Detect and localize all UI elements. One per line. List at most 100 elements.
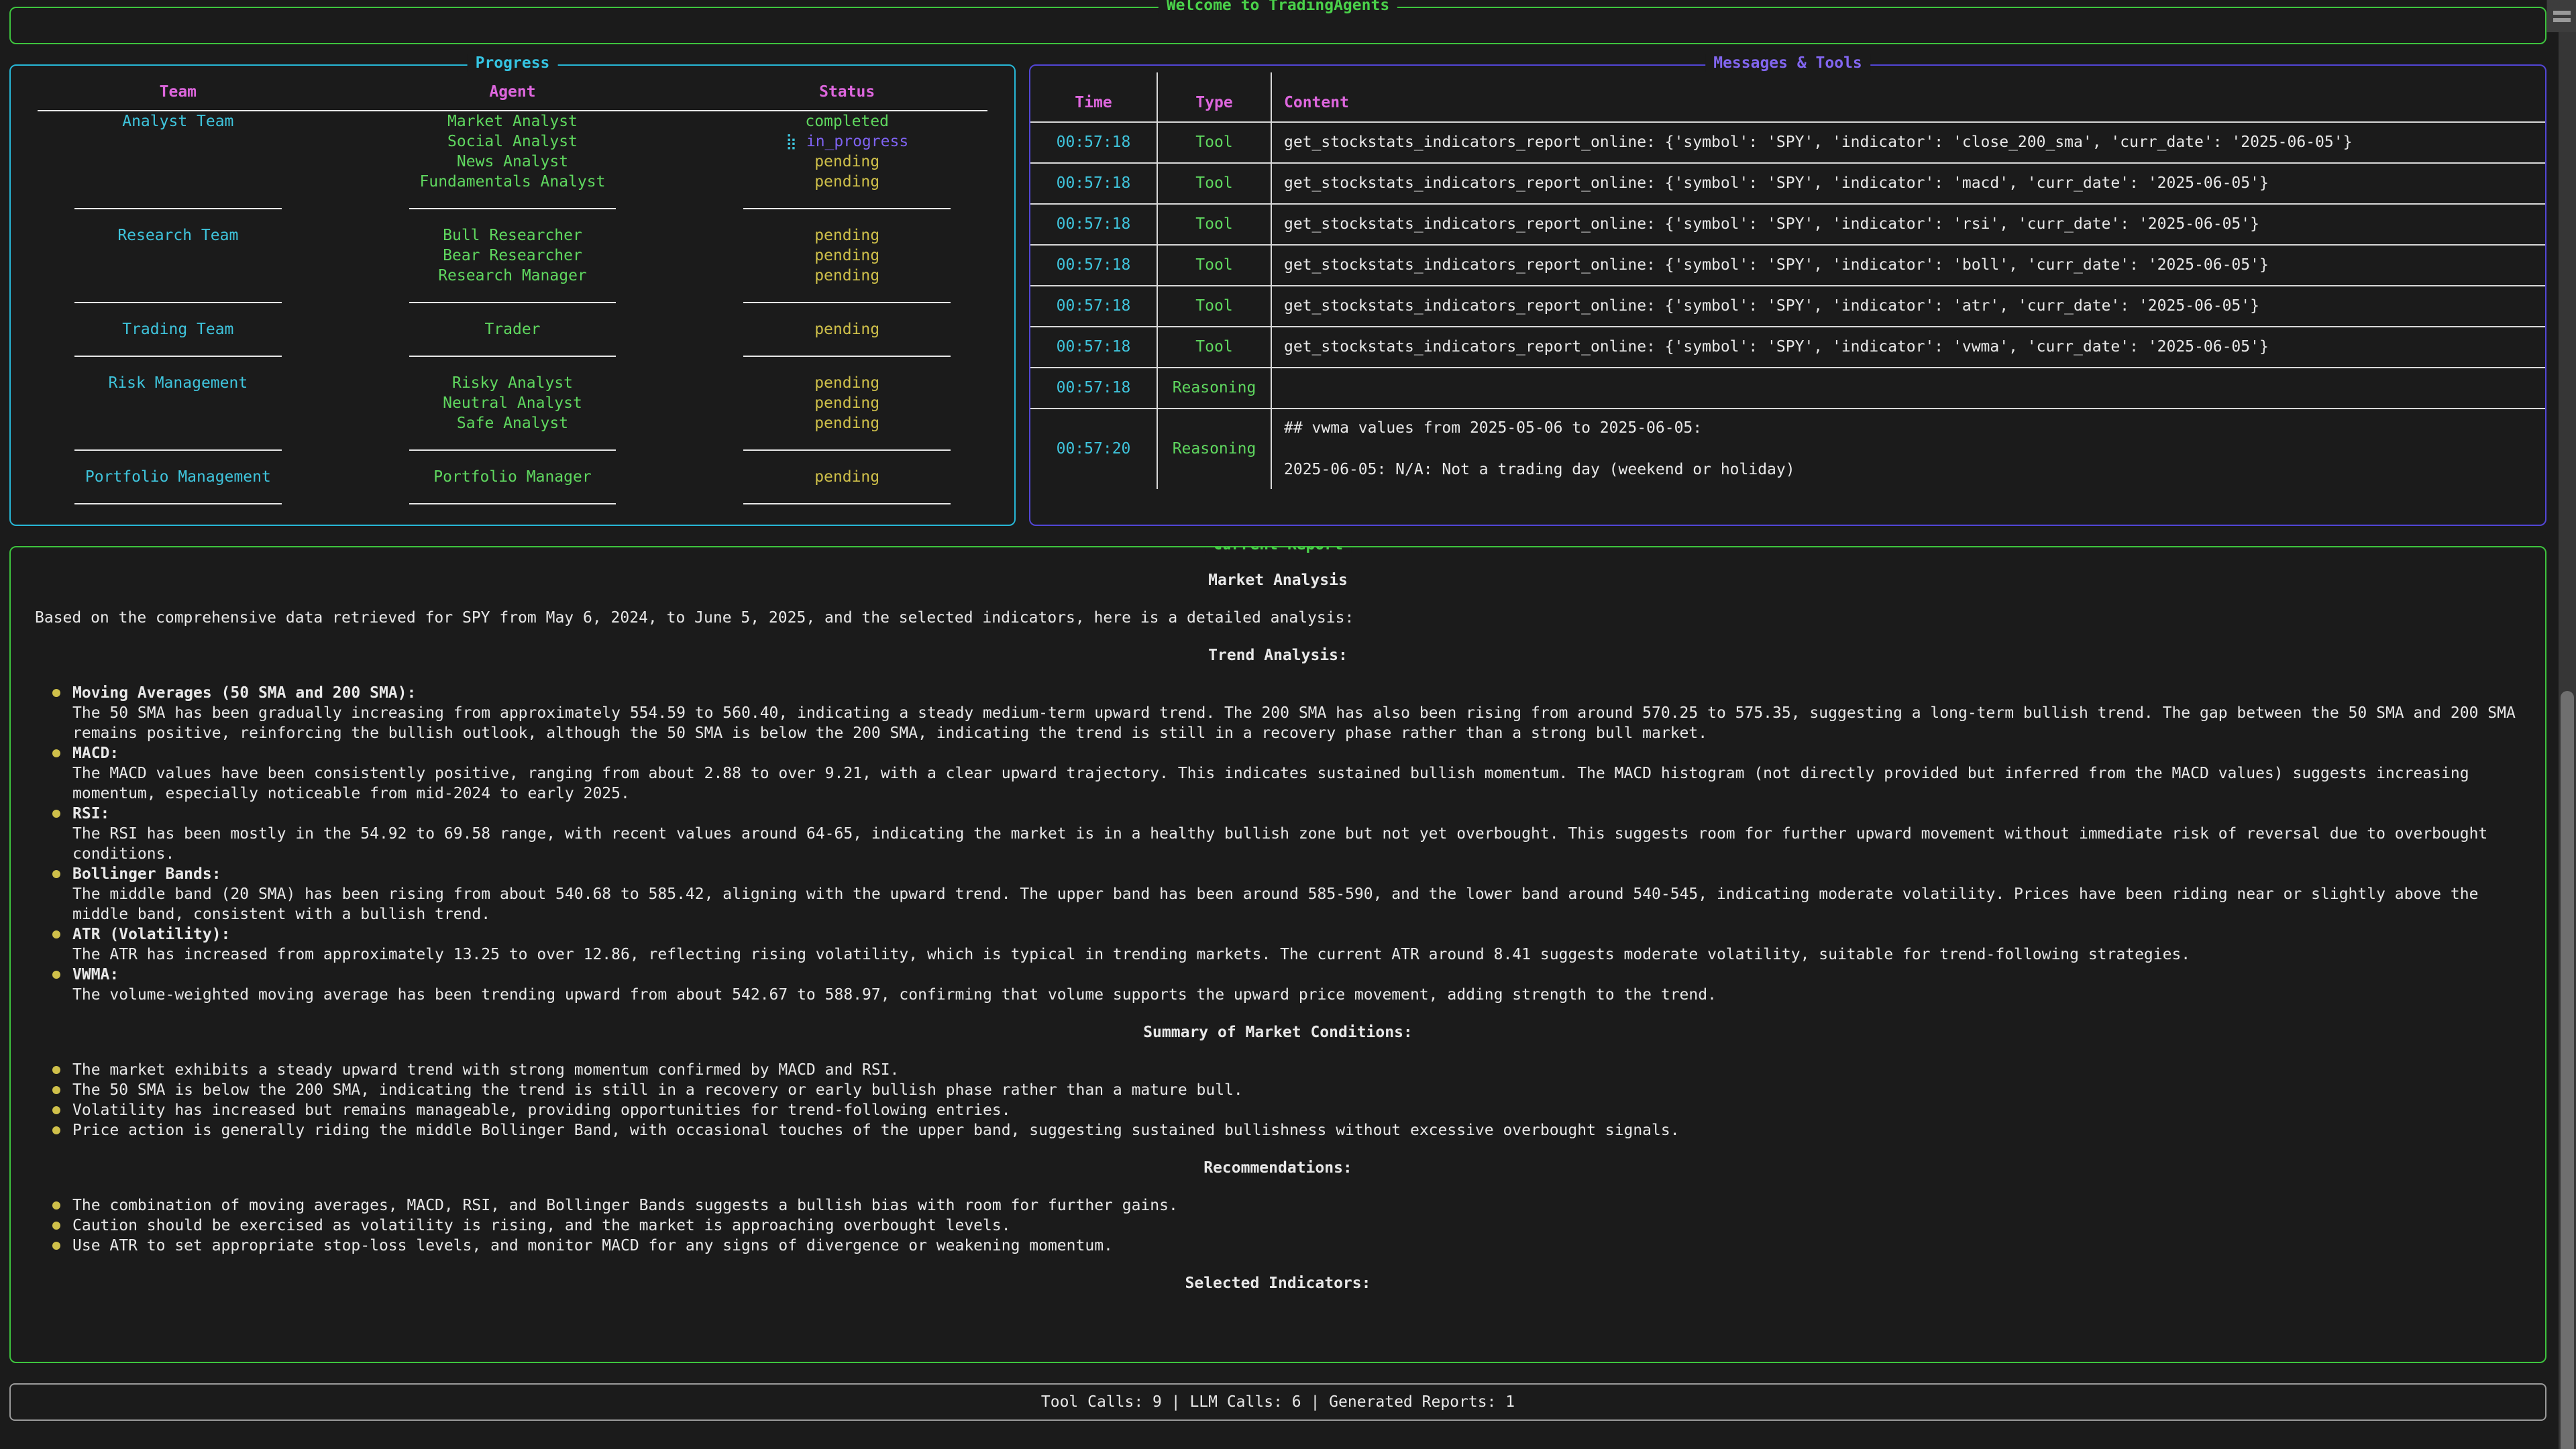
bullet-body: The RSI has been mostly in the 54.92 to … bbox=[72, 824, 2521, 864]
section-separator bbox=[11, 192, 1014, 225]
team-name: Risk Management bbox=[11, 373, 345, 393]
list-item: MACD: The MACD values have been consiste… bbox=[35, 743, 2521, 804]
scrollbar-thumb[interactable] bbox=[2561, 691, 2574, 1449]
message-type: Tool bbox=[1158, 246, 1272, 285]
message-row: 00:57:18 Tool get_stockstats_indicators_… bbox=[1030, 246, 2545, 286]
table-row: Research Team Bull Researcher pending bbox=[11, 225, 1014, 246]
agent-name: Portfolio Manager bbox=[345, 467, 680, 487]
progress-panel: Progress Team Agent Status Analyst Team … bbox=[9, 64, 1016, 526]
status-value: pending bbox=[680, 373, 1014, 393]
message-row: 00:57:18 Tool get_stockstats_indicators_… bbox=[1030, 286, 2545, 327]
welcome-panel: Welcome to TradingAgents bbox=[9, 7, 2546, 44]
table-row: News Analyst pending bbox=[11, 152, 1014, 172]
agent-name: Trader bbox=[345, 319, 680, 339]
message-content: get_stockstats_indicators_report_online:… bbox=[1272, 205, 2545, 244]
agent-name: Bull Researcher bbox=[345, 225, 680, 246]
bullet-title: MACD: bbox=[72, 743, 2521, 763]
recommendations-heading: Recommendations: bbox=[35, 1158, 2521, 1178]
table-row: Portfolio Management Portfolio Manager p… bbox=[11, 467, 1014, 487]
report-panel-title: Current Report bbox=[1205, 546, 1351, 553]
message-time: 00:57:18 bbox=[1030, 205, 1158, 244]
status-value: pending bbox=[680, 319, 1014, 339]
list-item: The 50 SMA is below the 200 SMA, indicat… bbox=[35, 1080, 2521, 1100]
bullet-body: The MACD values have been consistently p… bbox=[72, 763, 2521, 804]
selected-indicators-heading: Selected Indicators: bbox=[35, 1273, 2521, 1293]
message-type: Tool bbox=[1158, 164, 1272, 203]
bullet-title: RSI: bbox=[72, 804, 2521, 824]
trend-list: Moving Averages (50 SMA and 200 SMA): Th… bbox=[35, 683, 2521, 1005]
message-content bbox=[1272, 380, 2545, 397]
message-content: get_stockstats_indicators_report_online:… bbox=[1272, 246, 2545, 284]
list-item: ATR (Volatility): The ATR has increased … bbox=[35, 924, 2521, 965]
stats-text: Tool Calls: 9 | LLM Calls: 6 | Generated… bbox=[1041, 1393, 1515, 1411]
bullet-title: VWMA: bbox=[72, 965, 2521, 985]
section-separator bbox=[11, 339, 1014, 373]
report-panel: Current Report Market Analysis Based on … bbox=[9, 546, 2546, 1363]
status-value: ⣷ in_progress bbox=[680, 131, 1014, 152]
summary-heading: Summary of Market Conditions: bbox=[35, 1022, 2521, 1042]
agent-name: Social Analyst bbox=[345, 131, 680, 152]
column-header-agent: Agent bbox=[345, 83, 680, 101]
message-row: 00:57:18 Tool get_stockstats_indicators_… bbox=[1030, 164, 2545, 205]
status-value: pending bbox=[680, 393, 1014, 413]
progress-table: Team Agent Status Analyst Team Market An… bbox=[11, 72, 1014, 521]
status-value: pending bbox=[680, 172, 1014, 192]
column-header-status: Status bbox=[680, 83, 1014, 101]
section-separator bbox=[11, 286, 1014, 319]
message-row: 00:57:18 Tool get_stockstats_indicators_… bbox=[1030, 123, 2545, 164]
agent-name: Safe Analyst bbox=[345, 413, 680, 433]
message-content: ## vwma values from 2025-05-06 to 2025-0… bbox=[1272, 409, 2545, 489]
message-row: 00:57:18 Tool get_stockstats_indicators_… bbox=[1030, 205, 2545, 246]
message-time: 00:57:18 bbox=[1030, 327, 1158, 367]
list-item: Use ATR to set appropriate stop-loss lev… bbox=[35, 1236, 2521, 1256]
status-value: pending bbox=[680, 246, 1014, 266]
agent-name: Neutral Analyst bbox=[345, 393, 680, 413]
bullet-body: The volume-weighted moving average has b… bbox=[72, 985, 2521, 1005]
stats-bar: Tool Calls: 9 | LLM Calls: 6 | Generated… bbox=[9, 1383, 2546, 1421]
list-item: Volatility has increased but remains man… bbox=[35, 1100, 2521, 1120]
scroll-menu-button[interactable] bbox=[2546, 0, 2576, 32]
team-name: Analyst Team bbox=[11, 111, 345, 131]
table-row: Trading Team Trader pending bbox=[11, 319, 1014, 339]
agent-name: Market Analyst bbox=[345, 111, 680, 131]
status-value: pending bbox=[680, 266, 1014, 286]
table-row: Safe Analyst pending bbox=[11, 413, 1014, 433]
scrollbar-track[interactable] bbox=[2559, 32, 2576, 1449]
table-row: Social Analyst ⣷ in_progress bbox=[11, 131, 1014, 152]
message-time: 00:57:20 bbox=[1030, 409, 1158, 489]
column-header-type: Type bbox=[1158, 72, 1272, 121]
status-value: pending bbox=[680, 413, 1014, 433]
list-item: RSI: The RSI has been mostly in the 54.9… bbox=[35, 804, 2521, 864]
message-row: 00:57:18 Tool get_stockstats_indicators_… bbox=[1030, 327, 2545, 368]
table-row: Fundamentals Analyst pending bbox=[11, 172, 1014, 192]
table-row: Bear Researcher pending bbox=[11, 246, 1014, 266]
column-header-time: Time bbox=[1030, 72, 1158, 121]
column-header-content: Content bbox=[1272, 72, 2545, 121]
list-item: The combination of moving averages, MACD… bbox=[35, 1195, 2521, 1216]
message-type: Tool bbox=[1158, 286, 1272, 326]
bullet-title: Moving Averages (50 SMA and 200 SMA): bbox=[72, 683, 2521, 703]
message-type: Tool bbox=[1158, 205, 1272, 244]
main-area: Welcome to TradingAgents Progress Team A… bbox=[0, 0, 2559, 1449]
bullet-body: The ATR has increased from approximately… bbox=[72, 945, 2521, 965]
trend-heading: Trend Analysis: bbox=[35, 645, 2521, 665]
summary-list: The market exhibits a steady upward tren… bbox=[35, 1060, 2521, 1140]
section-separator bbox=[11, 433, 1014, 467]
message-content: get_stockstats_indicators_report_online:… bbox=[1272, 123, 2545, 162]
table-row: Risk Management Risky Analyst pending bbox=[11, 373, 1014, 393]
bullet-body: The middle band (20 SMA) has been rising… bbox=[72, 884, 2521, 924]
menu-icon bbox=[2553, 11, 2571, 15]
report-main-heading: Market Analysis bbox=[35, 570, 2521, 590]
list-item: The market exhibits a steady upward tren… bbox=[35, 1060, 2521, 1080]
team-name: Portfolio Management bbox=[11, 467, 345, 487]
terminal-screen: Welcome to TradingAgents Progress Team A… bbox=[0, 0, 2576, 1449]
message-type: Tool bbox=[1158, 327, 1272, 367]
message-time: 00:57:18 bbox=[1030, 368, 1158, 408]
status-value: pending bbox=[680, 225, 1014, 246]
scrollbar-column bbox=[2559, 0, 2576, 1449]
list-item: VWMA: The volume-weighted moving average… bbox=[35, 965, 2521, 1005]
message-time: 00:57:18 bbox=[1030, 246, 1158, 285]
list-item: Moving Averages (50 SMA and 200 SMA): Th… bbox=[35, 683, 2521, 743]
spinner-icon: ⣷ bbox=[786, 133, 797, 150]
bullet-body: The 50 SMA has been gradually increasing… bbox=[72, 703, 2521, 743]
